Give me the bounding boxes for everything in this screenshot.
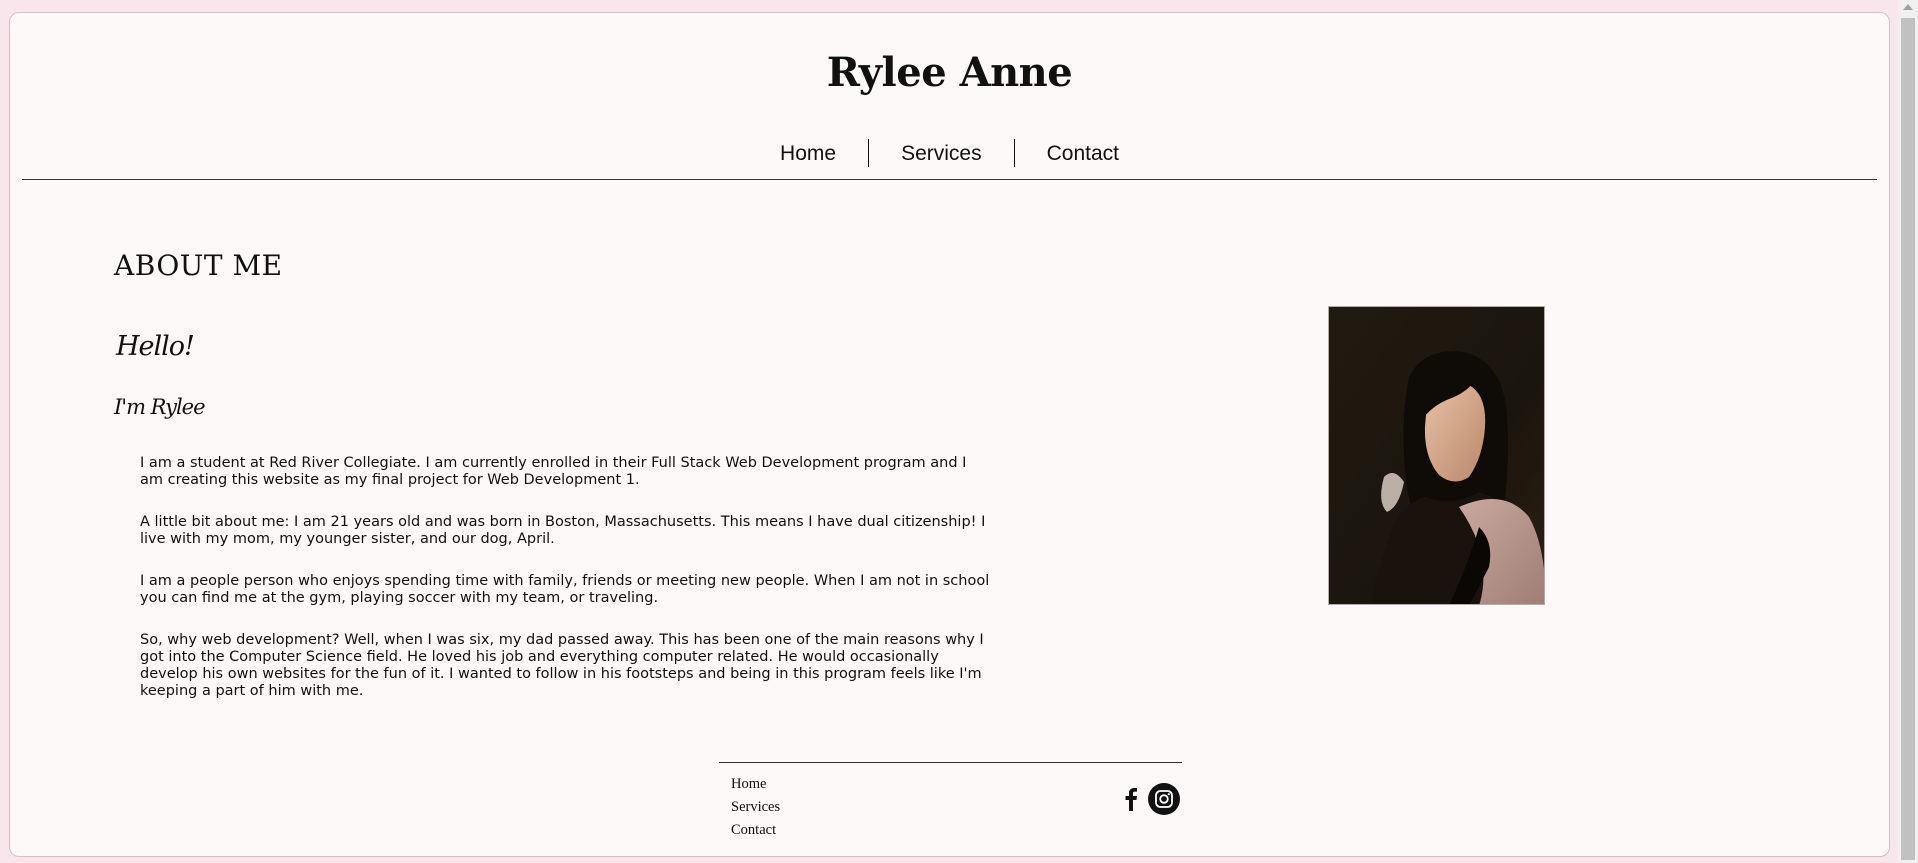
bio-paragraph: So, why web development? Well, when I wa…	[140, 632, 984, 699]
nav-services[interactable]: Services	[869, 140, 1014, 167]
instagram-icon[interactable]	[1148, 783, 1180, 815]
greeting-text: Hello!	[116, 331, 195, 362]
footer-divider	[719, 762, 1182, 763]
portrait-photo	[1328, 306, 1545, 605]
nav-contact[interactable]: Contact	[1015, 140, 1151, 167]
facebook-icon[interactable]	[1118, 783, 1144, 815]
bio-paragraph: I am a student at Red River Collegiate. …	[140, 455, 967, 488]
page-scrollbar[interactable]	[1898, 0, 1918, 863]
about-heading: ABOUT ME	[114, 249, 283, 282]
scroll-up-arrow-icon[interactable]	[1903, 4, 1913, 10]
page-container: Rylee Anne Home Services Contact ABOUT M…	[9, 12, 1890, 857]
nav-home[interactable]: Home	[748, 140, 868, 167]
header-divider	[22, 179, 1877, 180]
footer-link-services[interactable]: Services	[731, 796, 780, 819]
bio-paragraph: A little bit about me: I am 21 years old…	[140, 514, 986, 547]
scrollbar-thumb[interactable]	[1901, 18, 1915, 860]
social-links	[1118, 783, 1180, 815]
main-nav: Home Services Contact	[10, 139, 1889, 167]
bio-section: I am a student at Red River Collegiate. …	[140, 455, 990, 725]
footer-nav: Home Services Contact	[731, 773, 780, 842]
footer-link-home[interactable]: Home	[731, 773, 780, 796]
site-title: Rylee Anne	[826, 49, 1073, 96]
subgreeting-text: I'm Rylee	[114, 395, 206, 419]
footer-link-contact[interactable]: Contact	[731, 819, 780, 842]
portrait-image	[1329, 307, 1544, 604]
bio-paragraph: I am a people person who enjoys spending…	[140, 573, 990, 606]
